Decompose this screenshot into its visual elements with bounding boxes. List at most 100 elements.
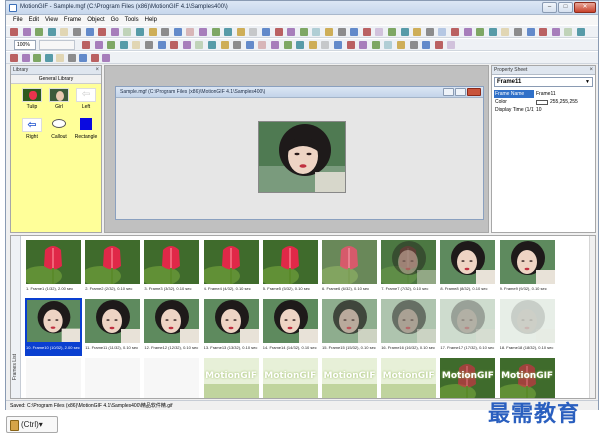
- zoom-in-icon[interactable]: [308, 41, 317, 49]
- zoom-in-icon[interactable]: [119, 41, 128, 49]
- paste-options-button[interactable]: (Ctrl)▾: [6, 416, 58, 433]
- next-icon[interactable]: [362, 28, 371, 36]
- copy-icon[interactable]: [262, 28, 270, 36]
- frame-item[interactable]: 14. Frame14 (14/32), 0.10 sec: [262, 298, 319, 356]
- undo-icon[interactable]: [476, 28, 485, 36]
- title-bar[interactable]: MotionGIF - Sample.mgf (C:\Program Files…: [6, 1, 598, 15]
- zoom-out-icon[interactable]: [258, 41, 267, 49]
- align-icon[interactable]: [170, 41, 179, 49]
- open-file-icon[interactable]: [400, 28, 409, 36]
- frame-item[interactable]: 6. Frame6 (6/32), 0.10 sec: [321, 239, 378, 297]
- frame-item[interactable]: 12. Frame12 (12/32), 0.10 sec: [143, 298, 200, 356]
- undo-icon[interactable]: [98, 28, 107, 36]
- zoom-out-icon[interactable]: [447, 41, 456, 49]
- zoom-slider[interactable]: [39, 40, 75, 50]
- save-icon[interactable]: [35, 28, 44, 36]
- text-tool-icon[interactable]: [33, 54, 41, 62]
- next-icon[interactable]: [173, 28, 182, 36]
- maximize-button[interactable]: □: [558, 2, 573, 13]
- frame-item[interactable]: 7. Frame7 (7/32), 0.10 sec: [380, 239, 437, 297]
- save-icon[interactable]: [413, 28, 422, 36]
- zoom-out-icon[interactable]: [132, 41, 141, 49]
- stop-icon[interactable]: [539, 28, 548, 36]
- zoom-in-icon[interactable]: [371, 41, 380, 49]
- object-select[interactable]: Frame11 ▼: [494, 77, 593, 87]
- new-file-icon[interactable]: [388, 28, 396, 36]
- undo-icon[interactable]: [287, 28, 296, 36]
- cut-icon[interactable]: [249, 28, 258, 36]
- zoom-in-icon[interactable]: [434, 41, 443, 49]
- paste-icon[interactable]: [274, 28, 283, 36]
- library-item-girl[interactable]: Girl: [47, 88, 71, 110]
- snap-icon[interactable]: [409, 41, 418, 49]
- align-icon[interactable]: [233, 41, 242, 49]
- frame-canvas[interactable]: [258, 121, 346, 193]
- property-value-color[interactable]: 255,255,255: [534, 98, 593, 106]
- play-icon[interactable]: [148, 28, 157, 36]
- property-value[interactable]: 10: [534, 106, 593, 114]
- menu-edit[interactable]: Edit: [26, 15, 42, 25]
- document-maximize-button[interactable]: [455, 88, 466, 96]
- redo-icon[interactable]: [110, 28, 119, 36]
- brush-tool-icon[interactable]: [67, 54, 76, 62]
- stop-icon[interactable]: [161, 28, 170, 36]
- save-icon[interactable]: [224, 28, 233, 36]
- frame-item[interactable]: 17. Frame17 (17/32), 0.10 sec: [439, 298, 496, 356]
- minimize-button[interactable]: –: [542, 2, 557, 13]
- menu-help[interactable]: Help: [142, 15, 160, 25]
- document-minimize-button[interactable]: [443, 88, 454, 96]
- align-icon[interactable]: [296, 41, 305, 49]
- copy-icon[interactable]: [451, 28, 459, 36]
- grid-icon[interactable]: [271, 41, 279, 49]
- align-icon[interactable]: [422, 41, 431, 49]
- zoom-in-icon[interactable]: [245, 41, 254, 49]
- snap-icon[interactable]: [346, 41, 355, 49]
- print-icon[interactable]: [425, 28, 434, 36]
- menu-object[interactable]: Object: [84, 15, 107, 25]
- grid-icon[interactable]: [82, 41, 90, 49]
- frame-item[interactable]: 21. Frame21 (21/32), 0.10 sec: [143, 357, 200, 398]
- frame-item[interactable]: 20. Frame20 (20/32), 0.10 sec: [84, 357, 141, 398]
- snap-icon[interactable]: [220, 41, 229, 49]
- frame-item[interactable]: 5. Frame5 (5/32), 0.10 sec: [262, 239, 319, 297]
- frame-item[interactable]: MotionGIF27. Frame27 (27/32), 0.10 sec: [499, 357, 556, 398]
- frame-item[interactable]: 8. Frame8 (8/32), 0.10 sec: [439, 239, 496, 297]
- snap-icon[interactable]: [283, 41, 292, 49]
- frame-icon[interactable]: [325, 28, 333, 36]
- property-sheet-close-icon[interactable]: ×: [589, 66, 593, 75]
- frame-icon[interactable]: [136, 28, 144, 36]
- property-value[interactable]: Frame11: [534, 90, 593, 98]
- menu-file[interactable]: File: [10, 15, 26, 25]
- frame-item[interactable]: 3. Frame3 (3/32), 0.10 sec: [143, 239, 200, 297]
- zoom-select[interactable]: 100%: [14, 40, 36, 50]
- paste-icon[interactable]: [463, 28, 472, 36]
- print-icon[interactable]: [236, 28, 245, 36]
- library-item-callout[interactable]: Callout: [47, 118, 71, 140]
- menu-frame[interactable]: Frame: [61, 15, 84, 25]
- library-item-left[interactable]: ⇦ Left: [74, 88, 98, 110]
- print-icon[interactable]: [47, 28, 56, 36]
- align-icon[interactable]: [359, 41, 368, 49]
- frame-item[interactable]: 1. Frame1 (1/32), 2.00 sec: [25, 239, 82, 297]
- snap-icon[interactable]: [157, 41, 166, 49]
- ellipse-tool-icon[interactable]: [56, 54, 64, 62]
- frame-item[interactable]: 18. Frame18 (18/32), 0.10 sec: [499, 298, 556, 356]
- redo-icon[interactable]: [299, 28, 308, 36]
- zoom-in-icon[interactable]: [182, 41, 191, 49]
- grid-icon[interactable]: [208, 41, 216, 49]
- image-icon[interactable]: [312, 28, 321, 36]
- library-item-tulip[interactable]: Tulip: [20, 88, 44, 110]
- frames-scrollbar[interactable]: [589, 236, 595, 398]
- rectangle-tool-icon[interactable]: [44, 54, 53, 62]
- prev-icon[interactable]: [186, 28, 195, 36]
- close-button[interactable]: ✕: [574, 2, 596, 13]
- grid-icon[interactable]: [397, 41, 405, 49]
- frame-item[interactable]: MotionGIF23. Frame23 (23/32), 0.10 sec: [262, 357, 319, 398]
- new-file-icon[interactable]: [10, 28, 18, 36]
- zoom-out-icon[interactable]: [321, 41, 330, 49]
- grid-icon[interactable]: [334, 41, 342, 49]
- new-file-icon[interactable]: [199, 28, 207, 36]
- select-tool-icon[interactable]: [10, 54, 18, 62]
- image-icon[interactable]: [123, 28, 132, 36]
- image-icon[interactable]: [501, 28, 510, 36]
